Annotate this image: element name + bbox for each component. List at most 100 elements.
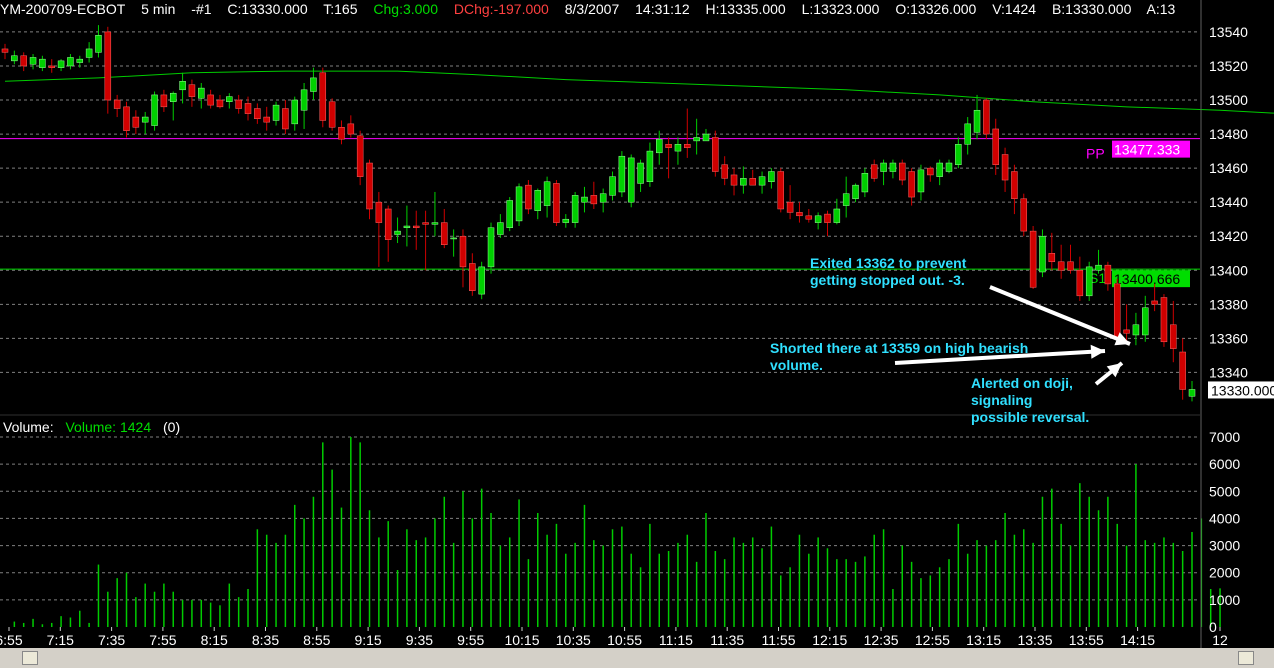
candle-body	[870, 164, 878, 179]
candle-body	[712, 137, 719, 172]
pivot-value-text: 13477.333	[1114, 142, 1180, 158]
candle-body	[132, 116, 140, 128]
time-tick-label: 11:55	[762, 632, 796, 648]
horizontal-scrollbar[interactable]	[0, 648, 1274, 668]
scroll-right-button[interactable]	[1238, 651, 1254, 665]
candle-body	[123, 106, 130, 131]
candle-body	[160, 94, 168, 108]
volume-series-label: Volume: 1424	[65, 419, 152, 435]
bid-value: B:13330.000	[1051, 1, 1132, 17]
chart-header: YM-200709-ECBOT 5 min -#1 C:13330.000 T:…	[0, 0, 1274, 20]
support-value-text: 13400.666	[1114, 271, 1180, 287]
volume-tick-label: 1000	[1209, 592, 1240, 608]
time-tick-label: 10:55	[607, 632, 642, 648]
candle-body	[328, 101, 336, 128]
candle-body	[562, 218, 570, 223]
interval-label: 5 min	[141, 1, 176, 17]
price-tick-label: 13380	[1209, 296, 1248, 312]
candle-body	[786, 201, 794, 213]
annotation-shorted: Shorted there at 13359 on high bearish v…	[770, 340, 1029, 373]
candle-body	[198, 87, 205, 99]
candle-body	[1076, 270, 1084, 297]
candle-body	[67, 57, 74, 67]
candle-body	[291, 99, 298, 125]
candle-body	[814, 215, 822, 223]
candle-body	[1011, 171, 1018, 200]
volume-tick-label: 4000	[1209, 510, 1240, 526]
time-tick-label: 13:15	[966, 632, 1001, 648]
candle-body	[1160, 297, 1168, 343]
price-tick-label: 13340	[1209, 364, 1248, 380]
candle-body	[693, 137, 700, 142]
moving-average-path	[4, 70, 1274, 114]
candle-body	[571, 195, 579, 223]
candle-body	[983, 99, 990, 135]
candle-body	[1123, 329, 1130, 334]
candle-body	[1104, 264, 1112, 285]
candle-body	[384, 208, 392, 240]
time-tick-label: 8:55	[303, 632, 330, 648]
time-tick-label: 12:15	[812, 632, 847, 648]
candle-body	[216, 99, 224, 108]
candle-body	[936, 162, 943, 177]
candle-body	[1067, 261, 1074, 271]
candle-body	[758, 176, 766, 186]
candle-body	[1057, 261, 1065, 271]
candle-body	[207, 94, 214, 106]
candle-body	[1020, 198, 1028, 232]
price-tick-label: 13540	[1209, 24, 1248, 40]
time-tick-label: 12:55	[915, 632, 950, 648]
candle-body	[151, 94, 158, 126]
candle-body	[777, 171, 785, 210]
time-tick-label: 8:35	[252, 632, 279, 648]
volume-value: V:1424	[992, 1, 1037, 17]
price-tick-label: 13400	[1209, 262, 1248, 278]
candle-body	[609, 176, 616, 196]
time-tick-label: 12	[1212, 632, 1228, 648]
candle-body	[1048, 253, 1056, 263]
ticks-value: T:165	[323, 1, 358, 17]
candle-body	[599, 193, 607, 203]
candle-body	[656, 138, 663, 154]
candle-body	[1142, 307, 1149, 336]
volume-series[interactable]	[5, 437, 1221, 627]
candle-body	[29, 57, 37, 65]
candle-body	[300, 89, 308, 111]
candle-body	[534, 190, 541, 211]
candle-body	[646, 150, 654, 182]
candle-body	[1132, 324, 1140, 336]
candle-body	[338, 127, 345, 140]
time-tick-label: 7:55	[149, 632, 176, 648]
scroll-left-button[interactable]	[22, 651, 38, 665]
price-tick-label: 13500	[1209, 92, 1248, 108]
candle-body	[525, 184, 532, 210]
time-tick-label: 8:15	[201, 632, 228, 648]
candle-body	[188, 84, 196, 97]
last-price-text: 13330.000	[1211, 382, 1274, 398]
candle-body	[1085, 266, 1093, 297]
volume-tick-label: 5000	[1209, 483, 1240, 499]
time-tick-label: 10:15	[504, 632, 539, 648]
symbol-label: YM-200709-ECBOT	[0, 1, 126, 17]
time-tick-label: 13:55	[1069, 632, 1104, 648]
time-tick-label: 14:15	[1120, 632, 1155, 648]
candle-body	[880, 162, 887, 172]
candle-body	[730, 174, 738, 186]
time-tick-label: 12:35	[864, 632, 899, 648]
close-value: C:13330.000	[227, 1, 308, 17]
candle-body	[852, 184, 859, 200]
ask-value: A:13	[1146, 1, 1176, 17]
candle-body	[85, 48, 93, 58]
candle-body	[627, 157, 635, 203]
exit-arrow	[989, 285, 1131, 346]
price-tick-label: 13480	[1209, 126, 1248, 142]
candle-body	[169, 92, 177, 102]
candle-body	[973, 109, 981, 133]
time-tick-label: 9:55	[457, 632, 484, 648]
candle-body	[684, 144, 691, 148]
candle-body	[618, 155, 626, 193]
candle-body	[749, 178, 756, 186]
daily-change-value: DChg:-197.000	[453, 1, 549, 17]
candle-body	[889, 162, 897, 172]
candle-body	[375, 201, 383, 223]
